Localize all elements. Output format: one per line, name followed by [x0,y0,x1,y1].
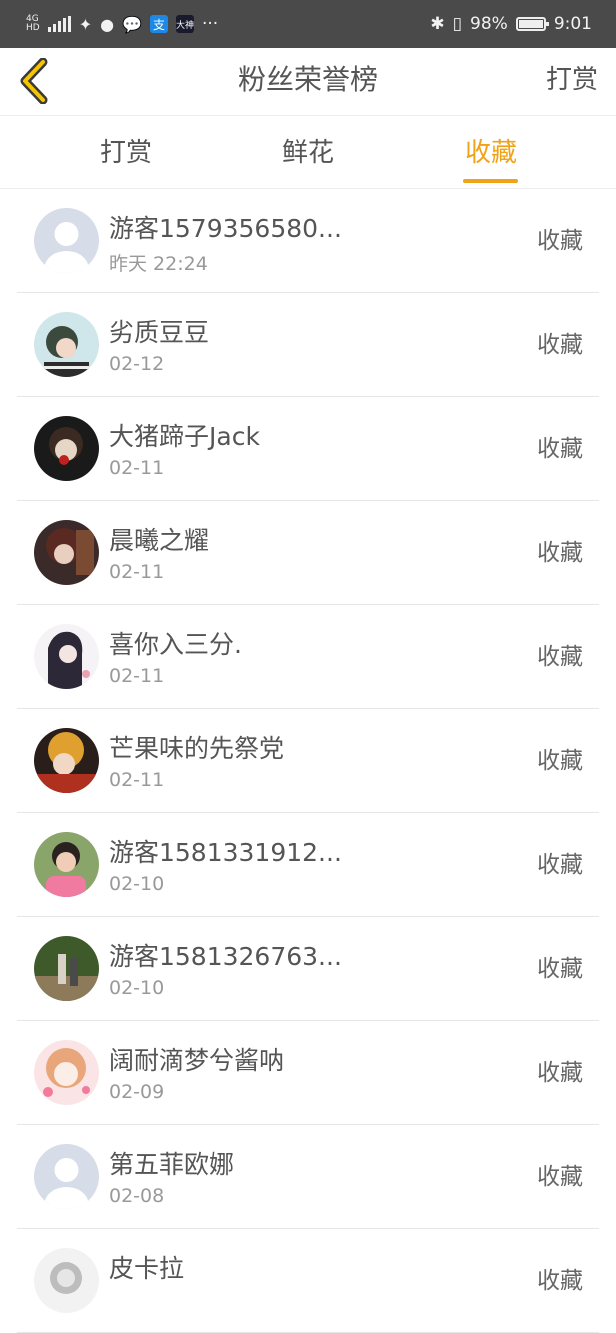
avatar [34,208,99,273]
user-name: 游客1579356580... [109,214,342,243]
back-arrow-icon [20,58,48,104]
user-name: 喜你入三分. [109,630,242,659]
status-bar: 4G HD ✦ ● 💬 支 大神 ··· ✱ ▯ 98% 9:01 [0,0,616,48]
action-label: 收藏 [537,852,583,878]
active-tab-indicator [463,179,518,183]
status-bar-right: ✱ ▯ 98% 9:01 [430,14,592,34]
list-item[interactable]: 喜你入三分. 02-11 收藏 [17,605,599,709]
list-item[interactable]: 皮卡拉 收藏 [17,1229,599,1333]
list-item[interactable]: 第五菲欧娜 02-08 收藏 [17,1125,599,1229]
clock: 9:01 [553,14,592,34]
avatar [34,1144,99,1209]
action-label: 收藏 [537,644,583,670]
action-label: 收藏 [537,1268,583,1294]
back-button[interactable] [14,56,54,106]
list-item[interactable]: 劣质豆豆 02-12 收藏 [17,293,599,397]
avatar [34,624,99,689]
user-date: 02-11 [109,665,165,687]
nav-bar: 粉丝荣誉榜 打赏 [0,48,616,116]
action-label: 收藏 [537,956,583,982]
reward-button[interactable]: 打赏 [546,48,598,116]
user-date: 02-09 [109,1081,165,1103]
alipay-icon: 支 [150,15,168,33]
user-name: 阔耐滴梦兮酱呐 [109,1046,285,1075]
user-date: 02-11 [109,769,165,791]
action-label: 收藏 [537,332,583,358]
dashen-app-icon: 大神 [176,15,194,33]
avatar [34,416,99,481]
fan-list: 游客1579356580... 昨天 22:24 收藏 劣质豆豆 02-12 收… [0,189,616,1333]
signal-icon [47,16,71,32]
status-bar-left: 4G HD ✦ ● 💬 支 大神 ··· [26,14,218,34]
list-item[interactable]: 阔耐滴梦兮酱呐 02-09 收藏 [17,1021,599,1125]
qq-icon: ● [100,14,115,34]
bluetooth-icon: ✱ [430,14,445,34]
avatar [34,1040,99,1105]
avatar [34,936,99,1001]
avatar [34,832,99,897]
battery-icon [515,17,549,31]
tab-flowers[interactable]: 鲜花 [282,117,334,189]
action-label: 收藏 [537,748,583,774]
action-label: 收藏 [537,1060,583,1086]
tab-bar: 打赏 鲜花 收藏 [0,117,616,189]
avatar [34,520,99,585]
action-label: 收藏 [537,436,583,462]
network-hd-label: HD [26,23,40,33]
tab-reward[interactable]: 打赏 [100,117,152,189]
user-name: 劣质豆豆 [109,318,210,347]
user-name: 游客1581326763... [109,942,342,971]
network-type: 4G HD [26,15,40,33]
user-name: 第五菲欧娜 [109,1150,235,1179]
user-name: 晨曦之耀 [109,526,210,555]
user-name: 芒果味的先祭党 [109,734,285,763]
action-label: 收藏 [537,540,583,566]
user-date: 昨天 22:24 [109,253,208,275]
message-icon: 💬 [122,14,142,34]
avatar [34,312,99,377]
user-date: 02-08 [109,1185,165,1207]
page-title: 粉丝荣誉榜 [237,63,378,96]
action-label: 收藏 [537,1164,583,1190]
avatar [34,728,99,793]
more-notifications-label: ··· [202,14,219,34]
list-item[interactable]: 大猪蹄子Jack 02-11 收藏 [17,397,599,501]
action-label: 收藏 [537,228,583,254]
list-item[interactable]: 芒果味的先祭党 02-11 收藏 [17,709,599,813]
user-date: 02-10 [109,873,165,895]
user-name: 游客1581331912... [109,838,342,867]
list-item[interactable]: 游客1581331912... 02-10 收藏 [17,813,599,917]
list-item[interactable]: 游客1581326763... 02-10 收藏 [17,917,599,1021]
user-date: 02-11 [109,457,165,479]
avatar [34,1248,99,1313]
user-date: 02-10 [109,977,165,999]
list-item[interactable]: 游客1579356580... 昨天 22:24 收藏 [17,189,599,293]
list-item[interactable]: 晨曦之耀 02-11 收藏 [17,501,599,605]
user-date: 02-12 [109,353,165,375]
app-notification-icon: ✦ [78,14,93,34]
battery-percent: 98% [470,14,508,34]
user-date: 02-11 [109,561,165,583]
user-name: 大猪蹄子Jack [109,422,260,451]
vibrate-icon: ▯ [452,14,463,34]
